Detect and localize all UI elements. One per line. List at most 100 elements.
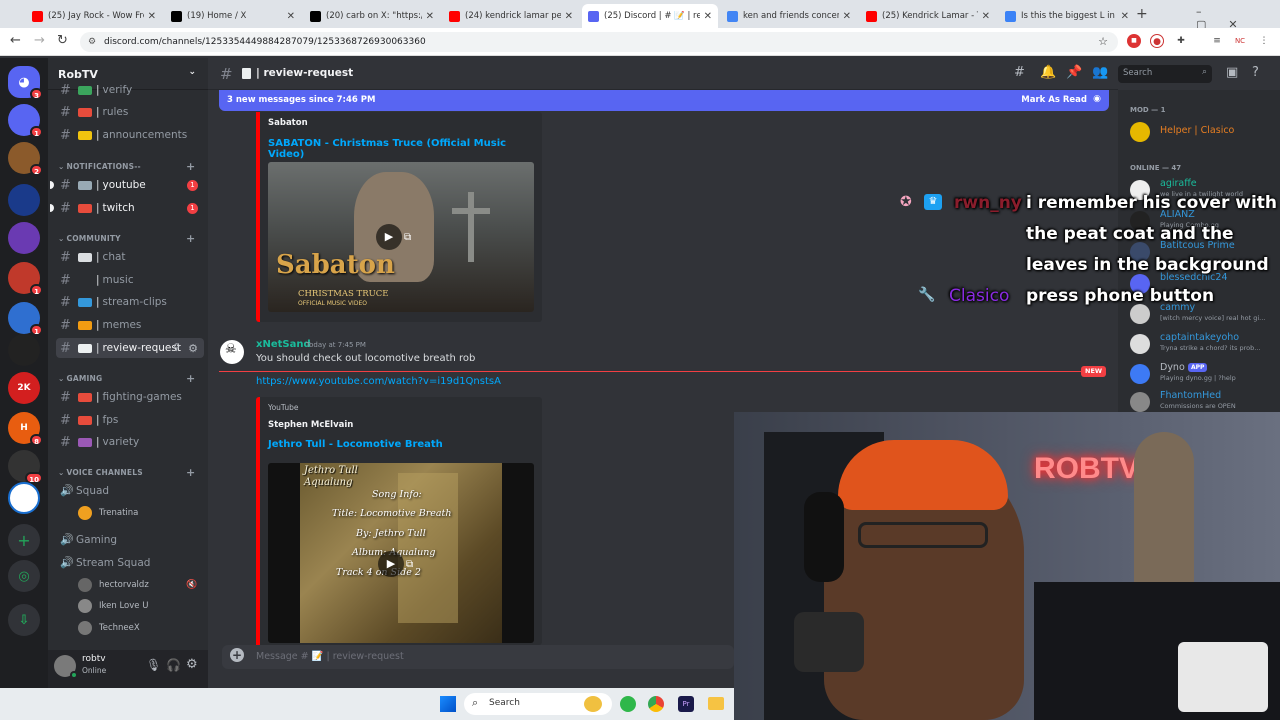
server-icon[interactable]: 1: [8, 262, 43, 296]
video-thumbnail[interactable]: Jethro Tull Aqualung Song Info: Title: L…: [268, 463, 534, 643]
notification-bell-icon[interactable]: 🔔: [1040, 65, 1056, 80]
add-member-icon[interactable]: ⚲: [173, 343, 180, 353]
extension-icon[interactable]: ■: [1127, 34, 1141, 48]
category-header[interactable]: ⌄ GAMING +: [58, 372, 195, 385]
browser-tab[interactable]: (20) carb on X: "https://t.co ✕: [304, 4, 440, 28]
search-input[interactable]: Search ⌕: [1118, 65, 1212, 83]
back-icon[interactable]: ←: [10, 33, 21, 48]
member-list-icon[interactable]: 👥: [1092, 65, 1108, 80]
browser-tab[interactable]: (25) Discord | # 📝 | review ✕: [582, 4, 718, 28]
open-external-icon[interactable]: ⧉: [406, 559, 413, 570]
server-icon[interactable]: H8: [8, 412, 43, 446]
channel-review-request[interactable]: # | review-request ⚲ ⚙: [56, 338, 204, 358]
message-input[interactable]: + Message # 📝 | review-request: [222, 645, 734, 669]
close-tab-icon[interactable]: ✕: [565, 11, 573, 22]
close-tab-icon[interactable]: ✕: [982, 11, 990, 22]
channel-announcements[interactable]: # | announcements: [56, 125, 204, 145]
member-item[interactable]: Helper | Clasico: [1130, 120, 1280, 144]
reload-icon[interactable]: ↻: [57, 33, 68, 48]
media-icon[interactable]: ≡: [1210, 34, 1224, 48]
bookmark-star-icon[interactable]: ☆: [1098, 32, 1108, 52]
voice-user[interactable]: hectorvaldz: [78, 578, 149, 592]
create-channel-icon[interactable]: +: [186, 466, 195, 479]
open-external-icon[interactable]: ⧉: [404, 232, 411, 243]
member-item[interactable]: captaintakeyoho Tryna strike a chord? its…: [1130, 332, 1280, 356]
channel-verify[interactable]: # | verify: [56, 80, 204, 100]
browser-tab[interactable]: (24) kendrick lamar performs ✕: [443, 4, 579, 28]
channel-rules[interactable]: # | rules: [56, 102, 204, 122]
add-server-button[interactable]: +: [8, 524, 40, 556]
server-icon[interactable]: [8, 482, 40, 514]
microphone-icon[interactable]: 🎙: [146, 658, 161, 672]
avatar[interactable]: ☠: [220, 340, 244, 364]
embed-title-link[interactable]: Jethro Tull - Locomotive Breath: [268, 439, 443, 450]
puzzle-icon[interactable]: ✚: [1174, 34, 1188, 48]
channel-fighting-games[interactable]: # | fighting-games: [56, 387, 204, 407]
new-messages-bar[interactable]: 3 new messages since 7:46 PM Mark As Rea…: [219, 90, 1109, 111]
close-tab-icon[interactable]: ✕: [148, 11, 156, 22]
category-header[interactable]: ⌄ VOICE CHANNELS +: [58, 466, 195, 479]
category-header[interactable]: ⌄ COMMUNITY +: [58, 232, 195, 245]
file-explorer-icon[interactable]: [708, 697, 724, 710]
user-settings-gear-icon[interactable]: ⚙: [186, 657, 198, 672]
create-channel-icon[interactable]: +: [186, 232, 195, 245]
chevron-down-icon[interactable]: ⌄: [188, 67, 196, 77]
member-item[interactable]: FhantomHed Commissions are OPEN: [1130, 390, 1280, 414]
browser-tab[interactable]: (19) Home / X ✕: [165, 4, 301, 28]
create-channel-icon[interactable]: +: [186, 160, 195, 173]
headphones-icon[interactable]: 🎧: [166, 658, 181, 672]
channel-variety[interactable]: # | variety: [56, 432, 204, 452]
voice-user[interactable]: Iken Love U: [78, 599, 148, 613]
taskbar-search[interactable]: ⌕ Search: [464, 693, 612, 715]
voice-user[interactable]: TechneeX: [78, 621, 140, 635]
voice-channel[interactable]: 🔊 Squad: [60, 484, 109, 497]
help-icon[interactable]: ?: [1252, 65, 1259, 80]
channel-settings-gear-icon[interactable]: ⚙: [188, 342, 198, 355]
download-apps-icon[interactable]: ⇩: [8, 604, 40, 636]
server-icon[interactable]: [8, 334, 40, 366]
attach-plus-icon[interactable]: +: [230, 648, 244, 662]
server-icon[interactable]: 2: [8, 142, 43, 176]
browser-tab[interactable]: (25) Jay Rock - Wow Freestyle ✕: [26, 4, 162, 28]
play-icon[interactable]: ▶: [378, 551, 404, 577]
close-tab-icon[interactable]: ✕: [1121, 11, 1129, 22]
site-info-icon[interactable]: ⚙: [88, 32, 96, 52]
url-bar[interactable]: ⚙ discord.com/channels/12533544498842870…: [80, 32, 1118, 52]
category-header[interactable]: ⌄ NOTIFICATIONS-- +: [58, 160, 195, 173]
browser-tab[interactable]: (25) Kendrick Lamar - The Pop ✕: [860, 4, 996, 28]
start-windows-icon[interactable]: [440, 696, 456, 712]
explore-servers-icon[interactable]: ◎: [8, 560, 40, 592]
voice-channel[interactable]: 🔊 Stream Squad: [60, 556, 150, 569]
message-link[interactable]: https://www.youtube.com/watch?v=i19d1Qns…: [256, 376, 501, 387]
forward-icon[interactable]: →: [34, 33, 45, 48]
create-channel-icon[interactable]: +: [186, 372, 195, 385]
channel-music[interactable]: # | music: [56, 270, 204, 290]
server-icon[interactable]: ◕ 3: [8, 66, 43, 100]
channel-stream-clips[interactable]: # | stream-clips: [56, 292, 204, 312]
edge-icon[interactable]: [620, 696, 636, 712]
inbox-icon[interactable]: ▣: [1226, 65, 1238, 80]
channel-fps[interactable]: # | fps: [56, 410, 204, 430]
close-tab-icon[interactable]: ✕: [704, 11, 712, 22]
pinned-messages-icon[interactable]: 📌: [1066, 65, 1082, 80]
server-icon[interactable]: [8, 184, 40, 216]
channel-chat[interactable]: # | chat: [56, 247, 204, 267]
profile-icon[interactable]: NC: [1233, 34, 1247, 48]
server-icon[interactable]: [8, 222, 40, 254]
embed-author[interactable]: Stephen McElvain: [268, 420, 353, 430]
premiere-icon[interactable]: Pr: [678, 696, 694, 712]
message-author[interactable]: xNetSand: [256, 339, 311, 350]
new-tab-button[interactable]: +: [1136, 6, 1148, 22]
close-tab-icon[interactable]: ✕: [843, 11, 851, 22]
channel-twitch[interactable]: # | twitch 1: [50, 198, 204, 218]
close-tab-icon[interactable]: ✕: [426, 11, 434, 22]
channel-youtube[interactable]: # | youtube 1: [50, 175, 204, 195]
play-icon[interactable]: ▶: [376, 224, 402, 250]
server-icon[interactable]: 1: [8, 302, 43, 336]
server-icon[interactable]: 2K: [8, 372, 40, 404]
menu-icon[interactable]: ⋮: [1257, 34, 1271, 48]
embed-author[interactable]: Sabaton: [268, 118, 308, 128]
threads-icon[interactable]: #: [1014, 65, 1025, 80]
server-icon[interactable]: 10: [8, 450, 43, 484]
voice-user[interactable]: Trenatina: [78, 506, 138, 520]
